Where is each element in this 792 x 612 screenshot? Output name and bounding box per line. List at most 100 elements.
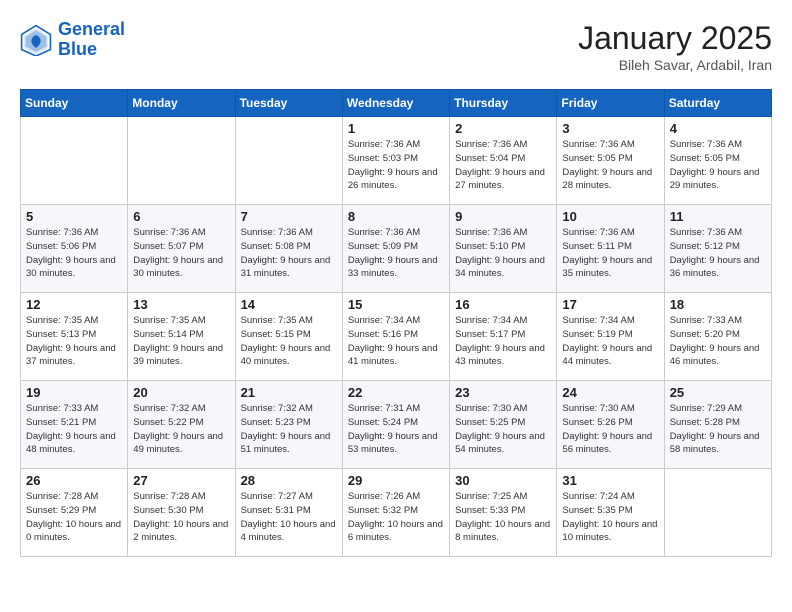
calendar-cell — [128, 117, 235, 205]
weekday-header-tuesday: Tuesday — [235, 90, 342, 117]
day-number: 23 — [455, 385, 551, 400]
day-info: Sunrise: 7:30 AMSunset: 5:26 PMDaylight:… — [562, 402, 658, 457]
day-info: Sunrise: 7:24 AMSunset: 5:35 PMDaylight:… — [562, 490, 658, 545]
day-info: Sunrise: 7:36 AMSunset: 5:07 PMDaylight:… — [133, 226, 229, 281]
logo: General Blue — [20, 20, 125, 60]
day-number: 5 — [26, 209, 122, 224]
calendar-cell: 1 Sunrise: 7:36 AMSunset: 5:03 PMDaylight… — [342, 117, 449, 205]
calendar-cell: 5 Sunrise: 7:36 AMSunset: 5:06 PMDaylight… — [21, 205, 128, 293]
calendar-cell: 4Sunrise: 7:36 AMSunset: 5:05 PMDaylight… — [664, 117, 771, 205]
day-number: 24 — [562, 385, 658, 400]
day-number: 31 — [562, 473, 658, 488]
day-number: 8 — [348, 209, 444, 224]
location: Bileh Savar, Ardabil, Iran — [578, 57, 772, 73]
weekday-header-friday: Friday — [557, 90, 664, 117]
week-row-1: 1 Sunrise: 7:36 AMSunset: 5:03 PMDaylight… — [21, 117, 772, 205]
logo-line2: Blue — [58, 39, 97, 59]
logo-icon — [20, 24, 52, 56]
calendar-cell: 17 Sunrise: 7:34 AMSunset: 5:19 PMDayligh… — [557, 293, 664, 381]
calendar-cell: 9 Sunrise: 7:36 AMSunset: 5:10 PMDaylight… — [450, 205, 557, 293]
week-row-4: 19 Sunrise: 7:33 AMSunset: 5:21 PMDayligh… — [21, 381, 772, 469]
day-info: Sunrise: 7:36 AMSunset: 5:06 PMDaylight:… — [26, 226, 122, 281]
day-info: Sunrise: 7:25 AMSunset: 5:33 PMDaylight:… — [455, 490, 551, 545]
day-info: Sunrise: 7:36 AMSunset: 5:04 PMDaylight:… — [455, 138, 551, 193]
day-number: 19 — [26, 385, 122, 400]
day-info: Sunrise: 7:34 AMSunset: 5:17 PMDaylight:… — [455, 314, 551, 369]
calendar-cell: 24 Sunrise: 7:30 AMSunset: 5:26 PMDayligh… — [557, 381, 664, 469]
day-info: Sunrise: 7:34 AMSunset: 5:16 PMDaylight:… — [348, 314, 444, 369]
weekday-header-sunday: Sunday — [21, 90, 128, 117]
calendar-cell: 3 Sunrise: 7:36 AMSunset: 5:05 PMDaylight… — [557, 117, 664, 205]
day-info: Sunrise: 7:35 AMSunset: 5:15 PMDaylight:… — [241, 314, 337, 369]
page-header: General Blue January 2025 Bileh Savar, A… — [20, 20, 772, 73]
day-info: Sunrise: 7:33 AMSunset: 5:20 PMDaylight:… — [670, 314, 766, 369]
day-number: 17 — [562, 297, 658, 312]
calendar-cell: 15 Sunrise: 7:34 AMSunset: 5:16 PMDayligh… — [342, 293, 449, 381]
day-info: Sunrise: 7:26 AMSunset: 5:32 PMDaylight:… — [348, 490, 444, 545]
calendar-cell: 26Sunrise: 7:28 AMSunset: 5:29 PMDayligh… — [21, 469, 128, 557]
day-info: Sunrise: 7:30 AMSunset: 5:25 PMDaylight:… — [455, 402, 551, 457]
calendar-cell: 13 Sunrise: 7:35 AMSunset: 5:14 PMDayligh… — [128, 293, 235, 381]
day-info: Sunrise: 7:36 AMSunset: 5:05 PMDaylight:… — [562, 138, 658, 193]
calendar-cell — [664, 469, 771, 557]
day-number: 11 — [670, 209, 766, 224]
day-info: Sunrise: 7:36 AMSunset: 5:09 PMDaylight:… — [348, 226, 444, 281]
weekday-header-thursday: Thursday — [450, 90, 557, 117]
day-number: 30 — [455, 473, 551, 488]
weekday-header-saturday: Saturday — [664, 90, 771, 117]
day-info: Sunrise: 7:36 AMSunset: 5:11 PMDaylight:… — [562, 226, 658, 281]
calendar-cell: 25Sunrise: 7:29 AMSunset: 5:28 PMDayligh… — [664, 381, 771, 469]
day-number: 9 — [455, 209, 551, 224]
calendar-cell: 16 Sunrise: 7:34 AMSunset: 5:17 PMDayligh… — [450, 293, 557, 381]
day-number: 21 — [241, 385, 337, 400]
calendar-cell: 19 Sunrise: 7:33 AMSunset: 5:21 PMDayligh… — [21, 381, 128, 469]
day-number: 26 — [26, 473, 122, 488]
day-number: 4 — [670, 121, 766, 136]
day-number: 3 — [562, 121, 658, 136]
calendar-cell: 21Sunrise: 7:32 AMSunset: 5:23 PMDayligh… — [235, 381, 342, 469]
day-info: Sunrise: 7:36 AMSunset: 5:10 PMDaylight:… — [455, 226, 551, 281]
day-info: Sunrise: 7:27 AMSunset: 5:31 PMDaylight:… — [241, 490, 337, 545]
calendar-cell: 11 Sunrise: 7:36 AMSunset: 5:12 PMDayligh… — [664, 205, 771, 293]
calendar-cell: 29Sunrise: 7:26 AMSunset: 5:32 PMDayligh… — [342, 469, 449, 557]
weekday-header-row: SundayMondayTuesdayWednesdayThursdayFrid… — [21, 90, 772, 117]
calendar-cell: 20 Sunrise: 7:32 AMSunset: 5:22 PMDayligh… — [128, 381, 235, 469]
day-number: 13 — [133, 297, 229, 312]
day-number: 27 — [133, 473, 229, 488]
logo-text: General Blue — [58, 20, 125, 60]
calendar-cell: 2Sunrise: 7:36 AMSunset: 5:04 PMDaylight… — [450, 117, 557, 205]
day-info: Sunrise: 7:36 AMSunset: 5:03 PMDaylight:… — [348, 138, 444, 193]
calendar-cell: 18Sunrise: 7:33 AMSunset: 5:20 PMDayligh… — [664, 293, 771, 381]
day-info: Sunrise: 7:33 AMSunset: 5:21 PMDaylight:… — [26, 402, 122, 457]
weekday-header-wednesday: Wednesday — [342, 90, 449, 117]
day-info: Sunrise: 7:34 AMSunset: 5:19 PMDaylight:… — [562, 314, 658, 369]
day-number: 10 — [562, 209, 658, 224]
day-number: 15 — [348, 297, 444, 312]
week-row-3: 12Sunrise: 7:35 AMSunset: 5:13 PMDayligh… — [21, 293, 772, 381]
logo-line1: General — [58, 19, 125, 39]
day-number: 16 — [455, 297, 551, 312]
month-title: January 2025 — [578, 20, 772, 57]
day-number: 14 — [241, 297, 337, 312]
calendar-cell: 31 Sunrise: 7:24 AMSunset: 5:35 PMDayligh… — [557, 469, 664, 557]
calendar-cell: 10 Sunrise: 7:36 AMSunset: 5:11 PMDayligh… — [557, 205, 664, 293]
week-row-5: 26Sunrise: 7:28 AMSunset: 5:29 PMDayligh… — [21, 469, 772, 557]
day-info: Sunrise: 7:35 AMSunset: 5:14 PMDaylight:… — [133, 314, 229, 369]
calendar-cell: 14 Sunrise: 7:35 AMSunset: 5:15 PMDayligh… — [235, 293, 342, 381]
weekday-header-monday: Monday — [128, 90, 235, 117]
calendar-cell: 22 Sunrise: 7:31 AMSunset: 5:24 PMDayligh… — [342, 381, 449, 469]
day-info: Sunrise: 7:31 AMSunset: 5:24 PMDaylight:… — [348, 402, 444, 457]
day-info: Sunrise: 7:32 AMSunset: 5:22 PMDaylight:… — [133, 402, 229, 457]
calendar-cell: 27 Sunrise: 7:28 AMSunset: 5:30 PMDayligh… — [128, 469, 235, 557]
calendar-cell: 12Sunrise: 7:35 AMSunset: 5:13 PMDayligh… — [21, 293, 128, 381]
calendar-cell: 28Sunrise: 7:27 AMSunset: 5:31 PMDayligh… — [235, 469, 342, 557]
day-number: 22 — [348, 385, 444, 400]
week-row-2: 5 Sunrise: 7:36 AMSunset: 5:06 PMDaylight… — [21, 205, 772, 293]
day-number: 20 — [133, 385, 229, 400]
day-info: Sunrise: 7:36 AMSunset: 5:12 PMDaylight:… — [670, 226, 766, 281]
calendar-cell: 23 Sunrise: 7:30 AMSunset: 5:25 PMDayligh… — [450, 381, 557, 469]
day-number: 1 — [348, 121, 444, 136]
calendar-cell: 8 Sunrise: 7:36 AMSunset: 5:09 PMDaylight… — [342, 205, 449, 293]
calendar-cell: 30 Sunrise: 7:25 AMSunset: 5:33 PMDayligh… — [450, 469, 557, 557]
day-info: Sunrise: 7:28 AMSunset: 5:30 PMDaylight:… — [133, 490, 229, 545]
